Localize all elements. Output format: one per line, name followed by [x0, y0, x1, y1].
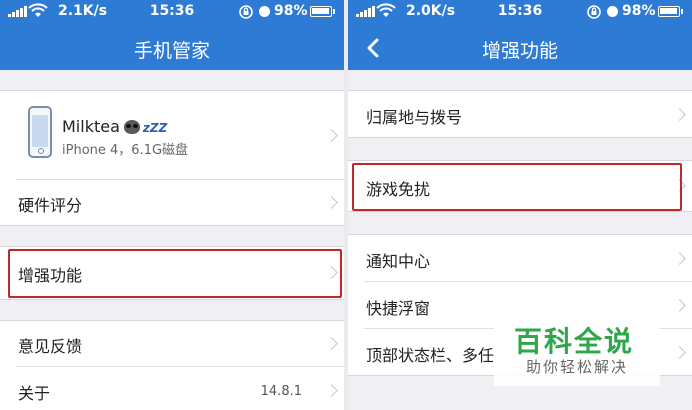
version-value: 14.8.1 — [260, 384, 302, 399]
iphone-icon — [28, 106, 52, 158]
chevron-right-icon — [325, 384, 338, 397]
menu-item-label: 意见反馈 — [18, 337, 83, 356]
menu-item-label: 归属地与拨号 — [366, 108, 463, 127]
device-info: iPhone 4，6.1G磁盘 — [62, 143, 189, 158]
battery-percent: 98% — [274, 3, 308, 19]
chevron-right-icon — [325, 337, 338, 350]
alien-emoji-icon — [123, 120, 140, 134]
highlight-box — [8, 249, 342, 298]
menu-item-notify[interactable]: 通知中心 — [348, 235, 692, 281]
chevron-right-icon — [673, 108, 686, 121]
alarm-icon — [607, 6, 618, 17]
battery-icon — [658, 6, 683, 17]
highlight-box — [352, 163, 682, 211]
alarm-icon — [259, 6, 270, 17]
menu-item-hardware[interactable]: 硬件评分 — [0, 180, 344, 225]
status-bar: 2.1K/s 15:36 98% — [0, 0, 344, 24]
sleep-zzz: zZZ — [142, 121, 168, 135]
watermark-subtitle: 助你轻松解决 — [526, 358, 629, 376]
left-screen: 2.1K/s 15:36 98% 手机管家 Milktea zZZ iPhone … — [0, 0, 344, 410]
menu-item-location[interactable]: 归属地与拨号 — [348, 91, 692, 137]
menu-item-label: 关于 — [18, 384, 51, 403]
watermark-title: 百科全说 — [514, 325, 635, 358]
device-name: Milktea zZZ — [62, 117, 168, 136]
nav-bar: 增强功能 — [348, 24, 692, 70]
chevron-right-icon — [325, 196, 338, 209]
rotation-lock-icon — [587, 5, 601, 19]
chevron-right-icon — [673, 252, 686, 265]
battery-icon — [310, 6, 335, 17]
menu-item-about[interactable]: 关于 14.8.1 — [0, 367, 344, 410]
page-title: 增强功能 — [481, 40, 558, 62]
rotation-lock-icon — [239, 5, 253, 19]
menu-item-label: 硬件评分 — [18, 196, 83, 215]
battery-percent: 98% — [622, 3, 656, 19]
nav-bar: 手机管家 — [0, 24, 344, 70]
menu-item-label: 快捷浮窗 — [366, 299, 431, 318]
watermark: 百科全说 助你轻松解决 — [494, 316, 660, 386]
menu-item-label: 通知中心 — [366, 252, 431, 271]
menu-item-feedback[interactable]: 意见反馈 — [0, 321, 344, 366]
chevron-right-icon — [673, 346, 686, 359]
menu-item-label: 顶部状态栏、多任 — [366, 346, 495, 365]
chevron-right-icon — [673, 299, 686, 312]
status-bar: 2.0K/s 15:36 98% — [348, 0, 692, 24]
page-title: 手机管家 — [133, 40, 210, 62]
